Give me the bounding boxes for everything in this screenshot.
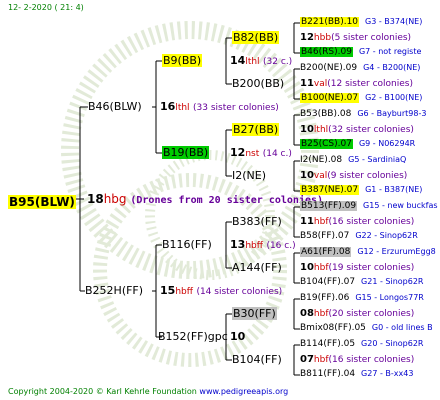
- gen4-line-info: G3 - B374(NE): [365, 17, 423, 26]
- root-gen-code: hbg: [103, 192, 127, 206]
- g3-name-3: I2(NE): [232, 169, 267, 182]
- footer-copyright: Copyright 2004-2020 © Karl Kehrle Founda…: [8, 387, 197, 396]
- gen4-queen-name: B513(FF).09: [300, 201, 358, 211]
- gen4-line-info: G4 - B200(NE): [363, 63, 421, 72]
- gen4-line-info: G20 - Sinop62R: [361, 339, 424, 348]
- g3-info-5: 10hbf(19 sister colonies): [300, 262, 415, 273]
- gen4-row: I2(NE).08 G5 - SardiniaQ: [300, 156, 406, 165]
- gen4-row: Bmix08(FF).05 G0 - old lines B: [300, 324, 433, 333]
- g3-name-7: B104(FF): [232, 353, 282, 366]
- gen4-row: B46(RS).09 G7 - not registe: [300, 47, 422, 57]
- pedigree-diagram: 12- 2-2020 ( 21: 4) B95(BLW) 18hbg (Dron…: [0, 0, 440, 400]
- g3-info-6: 08hbf(20 sister colonies): [300, 308, 415, 319]
- gen4-line-info: G6 - Bayburt98-3: [357, 109, 427, 118]
- gen4-line-info: G15 - Longos77R: [355, 293, 424, 302]
- g2-name-0: B9(BB): [162, 54, 203, 67]
- sire-name: B46(BLW): [88, 100, 142, 113]
- gen4-queen-name: Bmix08(FF).05: [300, 323, 366, 333]
- gen4-queen-name: B114(FF).05: [300, 339, 356, 349]
- gen4-queen-name: B387(NE).07: [300, 185, 360, 195]
- g3-name-4: B383(FF): [232, 215, 282, 228]
- gen4-queen-name: B19(FF).06: [300, 293, 350, 303]
- gen4-line-info: G2 - B100(NE): [365, 93, 423, 102]
- root-gen-number: 18: [87, 192, 104, 206]
- gen4-row: B513(FF).09 G15 - new buckfas: [300, 201, 438, 211]
- g3-name-1: B200(BB): [232, 77, 285, 90]
- gen4-row: B200(NE).09 G4 - B200(NE): [300, 64, 420, 73]
- gen4-line-info: G1 - B387(NE): [365, 185, 423, 194]
- root-queen-name: B95(BLW): [8, 195, 76, 209]
- g3-name-6: B30(FF): [232, 307, 277, 320]
- sire-info: 16lthl (33 sister colonies): [160, 100, 279, 113]
- gen4-line-info: G21 - Sinop62R: [361, 277, 424, 286]
- gen4-row: B221(BB).10 G3 - B374(NE): [300, 17, 423, 27]
- gen4-row: B104(FF).07 G21 - Sinop62R: [300, 278, 423, 287]
- root-colonies: (Drones from 20 sister colonies): [130, 195, 324, 206]
- g3-name-0: B82(BB): [232, 31, 280, 44]
- g3-info-3: 10val(9 sister colonies): [300, 170, 408, 181]
- g2-info-2: 13hbff (16 c.): [230, 238, 296, 251]
- gen4-queen-name: B811(FF).04: [300, 369, 356, 379]
- gen4-queen-name: B46(RS).09: [300, 47, 353, 57]
- gen4-row: A61(FF).08 G12 - ErzurumEgg8: [300, 247, 436, 257]
- gen4-queen-name: I2(NE).08: [300, 155, 343, 165]
- gen4-row: B114(FF).05 G20 - Sinop62R: [300, 340, 423, 349]
- gen4-line-info: G0 - old lines B: [371, 323, 433, 332]
- gen4-row: B25(CS).07 G9 - N06294R: [300, 139, 416, 149]
- footer-link[interactable]: www.pedigreeapis.org: [199, 387, 288, 396]
- gen4-line-info: G7 - not registe: [358, 47, 422, 56]
- g3-info-7: 07hbf(16 sister colonies): [300, 354, 415, 365]
- gen4-queen-name: B100(NE).07: [300, 93, 360, 103]
- gen4-row: B387(NE).07 G1 - B387(NE): [300, 185, 423, 195]
- gen4-line-info: G9 - N06294R: [358, 139, 416, 148]
- gen4-queen-name: B104(FF).07: [300, 277, 356, 287]
- gen4-row: B53(BB).08 G6 - Bayburt98-3: [300, 110, 426, 119]
- gen4-line-info: G5 - SardiniaQ: [348, 155, 407, 164]
- root-info: 18hbg (Drones from 20 sister colonies): [87, 193, 323, 206]
- gen4-line-info: G12 - ErzurumEgg8: [357, 247, 436, 256]
- gen4-queen-name: B221(BB).10: [300, 17, 360, 27]
- gen4-queen-name: B53(BB).08: [300, 109, 352, 119]
- gen4-row: B811(FF).04 G27 - B-xx43: [300, 370, 413, 379]
- gen4-queen-name: B58(FF).07: [300, 231, 350, 241]
- g3-name-2: B27(BB): [232, 123, 280, 136]
- gen4-queen-name: A61(FF).08: [300, 247, 352, 257]
- dam-name: B252H(FF): [85, 284, 144, 297]
- header-date: 12- 2-2020 ( 21: 4): [8, 3, 84, 12]
- g3-info-2: 10lthl(32 sister colonies): [300, 124, 414, 135]
- g2-info-1: 12nst (14 c.): [230, 146, 292, 159]
- footer: Copyright 2004-2020 © Karl Kehrle Founda…: [8, 388, 288, 396]
- root-queen: B95(BLW): [8, 193, 76, 209]
- gen4-line-info: G15 - new buckfas: [363, 201, 438, 210]
- g2-info-3: 10: [230, 330, 246, 343]
- g2-name-3: B152(FF)gpc: [158, 330, 228, 343]
- gen4-row: B100(NE).07 G2 - B100(NE): [300, 93, 423, 103]
- g3-info-1: 11val(12 sister colonies): [300, 78, 413, 89]
- gen4-line-info: G27 - B-xx43: [361, 369, 414, 378]
- gen4-line-info: G22 - Sinop62R: [355, 231, 418, 240]
- dam-info: 15hbff (14 sister colonies): [160, 284, 283, 297]
- g2-name-2: B116(FF): [162, 238, 212, 251]
- gen4-row: B19(FF).06 G15 - Longos77R: [300, 294, 424, 303]
- g3-info-4: 11hbf(16 sister colonies): [300, 216, 415, 227]
- g3-name-5: A144(FF): [232, 261, 282, 274]
- g3-info-0: 12hbb(5 sister colonies): [300, 32, 412, 43]
- g2-name-1: B19(BB): [162, 146, 210, 159]
- gen4-queen-name: B25(CS).07: [300, 139, 353, 149]
- g2-info-0: 14lthl (32 c.): [230, 54, 293, 67]
- gen4-queen-name: B200(NE).09: [300, 63, 358, 73]
- gen4-row: B58(FF).07 G22 - Sinop62R: [300, 232, 418, 241]
